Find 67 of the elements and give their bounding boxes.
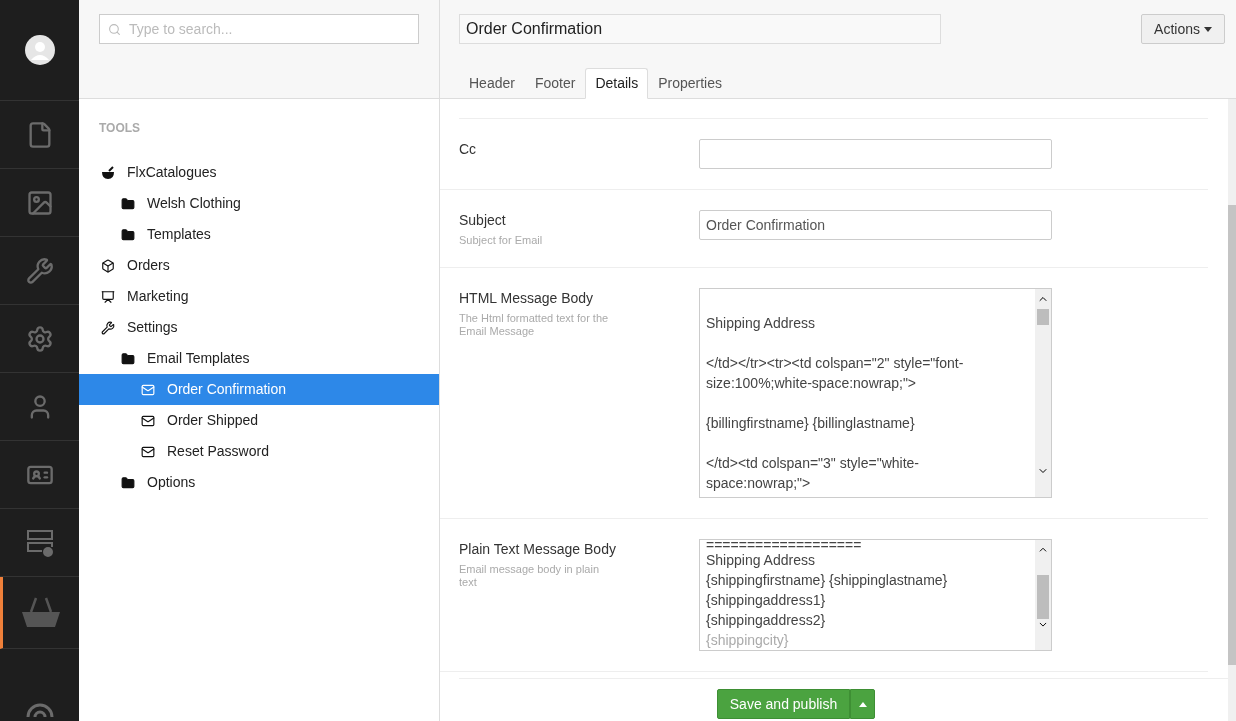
scrollbar[interactable] <box>1035 289 1051 497</box>
cube-icon <box>101 258 115 273</box>
tree-heading: TOOLS <box>98 120 142 137</box>
text-area[interactable]: Shipping Address </td></tr><tr><td colspan="2" style="font-size:100%;white-space:nowrap;"> {billingfirstname} {billinglastname} </td><td colspan="3" style="white-space:nowrap;"> <box>699 288 1052 498</box>
field-label: HTML Message Body <box>459 289 595 308</box>
folder-icon <box>121 196 135 211</box>
actions-button[interactable]: Actions <box>1141 14 1225 44</box>
caret-up-icon <box>858 701 867 707</box>
scroll-thumb[interactable] <box>1228 205 1236 665</box>
text-line: {shippingcity} <box>706 631 790 650</box>
scroll-thumb[interactable] <box>1037 575 1049 619</box>
image-icon[interactable] <box>25 188 54 217</box>
caret-icon <box>1204 26 1212 32</box>
title-field[interactable]: Order Confirmation <box>459 14 941 44</box>
tree-item[interactable]: FlxCatalogues <box>79 157 439 188</box>
search-icon <box>108 22 121 36</box>
text-area[interactable]: =================== Shipping Address {shippingfirstname} {shippinglastname} {shippingaddress1} {shippingaddress2} {shippingcity} <box>699 539 1052 651</box>
field-label: Cc <box>459 140 478 159</box>
tab[interactable]: Details <box>585 68 649 99</box>
text-field[interactable] <box>699 139 1052 169</box>
code-line: {billingfirstname} {billinglastname} <box>706 414 916 433</box>
tree-item[interactable]: Orders <box>79 250 439 281</box>
envelope-icon <box>141 413 155 428</box>
envelope-icon <box>141 382 155 397</box>
field-label: Subject <box>459 211 507 230</box>
avatar-icon <box>24 35 55 65</box>
tree-item[interactable]: Reset Password <box>79 436 439 467</box>
wrench-icon[interactable] <box>25 256 54 285</box>
presentation-icon <box>101 289 115 304</box>
text-field[interactable]: Order Confirmation <box>699 210 1052 240</box>
field-label: Plain Text Message Body <box>459 540 617 559</box>
field-description: Email message body in plain text <box>459 563 601 589</box>
code-line: Shipping Address <box>706 314 816 333</box>
wrench-icon <box>101 320 115 335</box>
code-line: </td><td colspan="3" style="white-space:nowrap;"> <box>706 454 920 493</box>
page-scrollbar[interactable] <box>1228 99 1236 721</box>
tree-item[interactable]: Email Templates <box>79 343 439 374</box>
folder-icon <box>121 475 135 490</box>
tree-item[interactable]: Options <box>79 467 439 498</box>
folder-icon <box>121 227 135 242</box>
rail-item[interactable] <box>0 577 79 649</box>
save-options-button[interactable] <box>850 689 876 719</box>
tree-item[interactable]: Order Confirmation <box>79 374 439 405</box>
text-line: {shippingaddress1} <box>706 591 827 610</box>
code-line: </td></tr><tr><td colspan="2" style="font-size:100%;white-space:nowrap;"> <box>706 354 965 393</box>
tree-item[interactable]: Order Shipped <box>79 405 439 436</box>
tree-item[interactable]: Settings <box>79 312 439 343</box>
bowl-icon <box>101 165 115 180</box>
field-description: The Html formatted text for the Email Message <box>459 312 610 338</box>
scrollbar[interactable] <box>1035 540 1051 650</box>
tree-item[interactable]: Templates <box>79 219 439 250</box>
text-line: {shippingaddress2} <box>706 611 827 630</box>
form-add-icon[interactable] <box>25 528 54 557</box>
text-line: =================== <box>706 540 863 550</box>
settings-icon[interactable] <box>25 324 54 353</box>
envelope-icon <box>141 444 155 459</box>
field-description: Subject for Email <box>459 234 544 247</box>
tab[interactable]: Properties <box>648 68 732 99</box>
text-line: Shipping Address <box>706 551 816 570</box>
scroll-thumb[interactable] <box>1037 309 1049 325</box>
folder-icon <box>121 351 135 366</box>
help-icon[interactable] <box>25 703 54 717</box>
tree-item[interactable]: Marketing <box>79 281 439 312</box>
text-line: {shippingfirstname} {shippinglastname} <box>706 571 949 590</box>
tree-item[interactable]: Welsh Clothing <box>79 188 439 219</box>
tab[interactable]: Footer <box>524 68 586 99</box>
tab[interactable]: Header <box>459 68 525 99</box>
